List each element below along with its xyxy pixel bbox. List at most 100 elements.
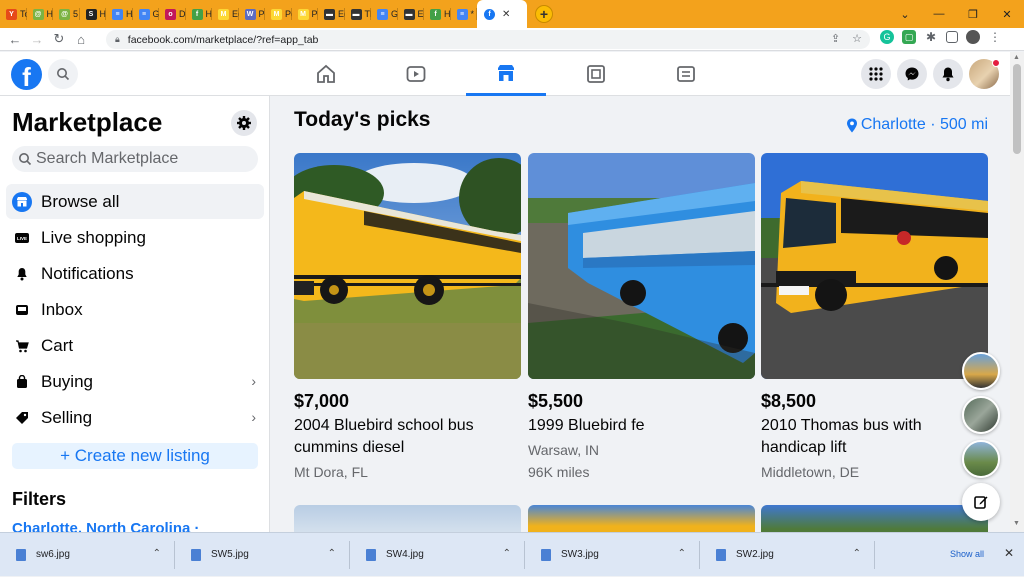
- minimize-button[interactable]: —: [922, 8, 956, 20]
- gaming-icon[interactable]: [646, 52, 726, 96]
- listing-photo[interactable]: [294, 153, 521, 379]
- back-icon[interactable]: ←: [4, 32, 26, 47]
- home-icon[interactable]: [286, 52, 366, 96]
- chevron-up-icon[interactable]: ⌃: [328, 548, 336, 559]
- browser-tab[interactable]: ▬Edi: [398, 0, 424, 28]
- chevron-up-icon[interactable]: ⌃: [853, 548, 861, 559]
- sidebar-item-cart[interactable]: Cart: [6, 328, 264, 363]
- address-bar[interactable]: 🔒︎ facebook.com/marketplace/?ref=app_tab…: [106, 30, 870, 49]
- listing-title: 2010 Thomas bus with handicap lift: [761, 417, 922, 456]
- live-icon: LIVE: [12, 228, 32, 248]
- scroll-up-icon[interactable]: ▲: [1013, 54, 1020, 61]
- listing-card[interactable]: $7,000 2004 Bluebird school bus cummins …: [294, 153, 521, 483]
- browser-tab[interactable]: oDo: [159, 0, 186, 28]
- new-tab-button[interactable]: +: [535, 5, 553, 23]
- search-icon[interactable]: [48, 59, 78, 89]
- browser-tab[interactable]: ≡* 1: [451, 0, 477, 28]
- side-panel-icon[interactable]: [946, 31, 958, 43]
- menu-dots-icon[interactable]: ⋮: [988, 30, 1002, 44]
- watch-icon[interactable]: [376, 52, 456, 96]
- browser-tab[interactable]: @5 V: [53, 0, 80, 28]
- marketplace-icon[interactable]: [466, 52, 546, 96]
- browser-tab[interactable]: MPo: [265, 0, 292, 28]
- browser-tab[interactable]: WPo: [239, 0, 265, 28]
- chevron-up-icon[interactable]: ⌃: [503, 548, 511, 559]
- page-scrollbar[interactable]: ▲ ▼: [1010, 52, 1024, 532]
- chevron-up-icon[interactable]: ⌃: [678, 548, 686, 559]
- messenger-icon[interactable]: [897, 59, 927, 89]
- extensions-puzzle-icon[interactable]: ✱: [924, 30, 938, 44]
- settings-gear-icon[interactable]: [231, 110, 257, 136]
- location-filter-link[interactable]: Charlotte · 500 mi: [846, 116, 988, 134]
- sidebar-item-browse-all[interactable]: Browse all: [6, 184, 264, 219]
- filter-location-link[interactable]: Charlotte, North Carolina ·: [12, 520, 200, 532]
- url-text: facebook.com/marketplace/?ref=app_tab: [127, 33, 319, 46]
- lock-icon[interactable]: 🔒︎: [115, 34, 120, 45]
- listing-card[interactable]: $5,500 1999 Bluebird fe Warsaw, IN 96K m…: [528, 153, 755, 483]
- download-item[interactable]: sw6.jpg ⌃: [0, 533, 175, 577]
- chat-head-contact[interactable]: [962, 440, 1000, 478]
- create-new-listing-button[interactable]: + Create new listing: [12, 443, 258, 469]
- download-item[interactable]: SW3.jpg ⌃: [525, 533, 700, 577]
- browser-tab[interactable]: ▬Edi: [318, 0, 345, 28]
- home-browser-icon[interactable]: ⌂: [70, 32, 92, 47]
- extension-green-icon[interactable]: ▢: [902, 30, 916, 44]
- maximize-button[interactable]: ❐: [956, 8, 990, 21]
- browser-tab[interactable]: SHo: [80, 0, 106, 28]
- groups-icon[interactable]: [556, 52, 636, 96]
- sidebar-item-notifications[interactable]: Notifications: [6, 256, 264, 291]
- listing-photo-partial[interactable]: [294, 505, 521, 532]
- browser-tab[interactable]: ≡Go: [371, 0, 398, 28]
- listing-card[interactable]: $8,500 2010 Thomas bus with handicap lif…: [761, 153, 988, 483]
- browser-tab[interactable]: ≡Go: [133, 0, 159, 28]
- listing-photo[interactable]: [761, 153, 988, 379]
- browser-tab[interactable]: ▬The: [345, 0, 371, 28]
- account-avatar[interactable]: [969, 59, 1000, 89]
- tab-search-icon[interactable]: ⌄: [888, 8, 922, 21]
- grammarly-icon[interactable]: G: [880, 30, 894, 44]
- scrollbar-thumb[interactable]: [1013, 64, 1021, 154]
- close-window-button[interactable]: ✕: [990, 8, 1024, 21]
- sidebar-item-inbox[interactable]: Inbox: [6, 292, 264, 327]
- download-item[interactable]: SW4.jpg ⌃: [350, 533, 525, 577]
- sidebar-item-selling[interactable]: Selling ›: [6, 400, 264, 435]
- listing-photo[interactable]: [528, 153, 755, 379]
- new-message-compose-icon[interactable]: [962, 483, 1000, 521]
- marketplace-search[interactable]: [12, 146, 258, 172]
- chat-head-contact[interactable]: [962, 396, 1000, 434]
- search-input[interactable]: [36, 150, 246, 168]
- browser-tab[interactable]: MEdi: [212, 0, 239, 28]
- chat-head-contact[interactable]: [962, 352, 1000, 390]
- browser-tab[interactable]: YTol: [0, 0, 27, 28]
- browser-tab[interactable]: @Ho: [27, 0, 53, 28]
- browser-tab[interactable]: ≡HA: [106, 0, 133, 28]
- profile-avatar-icon[interactable]: [966, 30, 980, 44]
- close-icon[interactable]: ✕: [1004, 546, 1014, 560]
- notifications-bell-icon[interactable]: [933, 59, 963, 89]
- bookmark-star-icon[interactable]: ☆: [852, 32, 862, 45]
- browser-tab[interactable]: fHo: [186, 0, 212, 28]
- sidebar-item-live-shopping[interactable]: LIVE Live shopping: [6, 220, 264, 255]
- tab-favicon-icon: M: [271, 8, 282, 20]
- facebook-logo-icon[interactable]: f: [11, 59, 42, 90]
- browser-tab-active[interactable]: f ✕: [477, 0, 527, 28]
- close-tab-icon[interactable]: ✕: [502, 9, 510, 20]
- share-icon[interactable]: ⇪: [831, 32, 840, 45]
- scroll-down-icon[interactable]: ▼: [1013, 520, 1020, 527]
- show-all-downloads-link[interactable]: Show all: [950, 549, 984, 559]
- sidebar-item-label: Notifications: [41, 263, 134, 283]
- download-item[interactable]: SW5.jpg ⌃: [175, 533, 350, 577]
- sidebar-item-buying[interactable]: Buying ›: [6, 364, 264, 399]
- browser-tab[interactable]: MPo: [292, 0, 318, 28]
- listing-photo-partial[interactable]: [528, 505, 755, 532]
- browser-tab-strip: YTol@Ho@5 VSHo≡HA≡GooDofHoMEdiWPoMPoMPo▬…: [0, 0, 1024, 28]
- forward-icon[interactable]: →: [26, 32, 48, 47]
- tab-favicon-icon: ▬: [350, 8, 362, 20]
- browser-tab[interactable]: fHo: [424, 0, 451, 28]
- reload-icon[interactable]: ↻: [48, 31, 70, 47]
- chevron-up-icon[interactable]: ⌃: [153, 548, 161, 559]
- listing-photo-partial[interactable]: [761, 505, 988, 532]
- menu-grid-icon[interactable]: [861, 59, 891, 89]
- sidebar-item-label: Browse all: [41, 191, 120, 211]
- download-item[interactable]: SW2.jpg ⌃: [700, 533, 875, 577]
